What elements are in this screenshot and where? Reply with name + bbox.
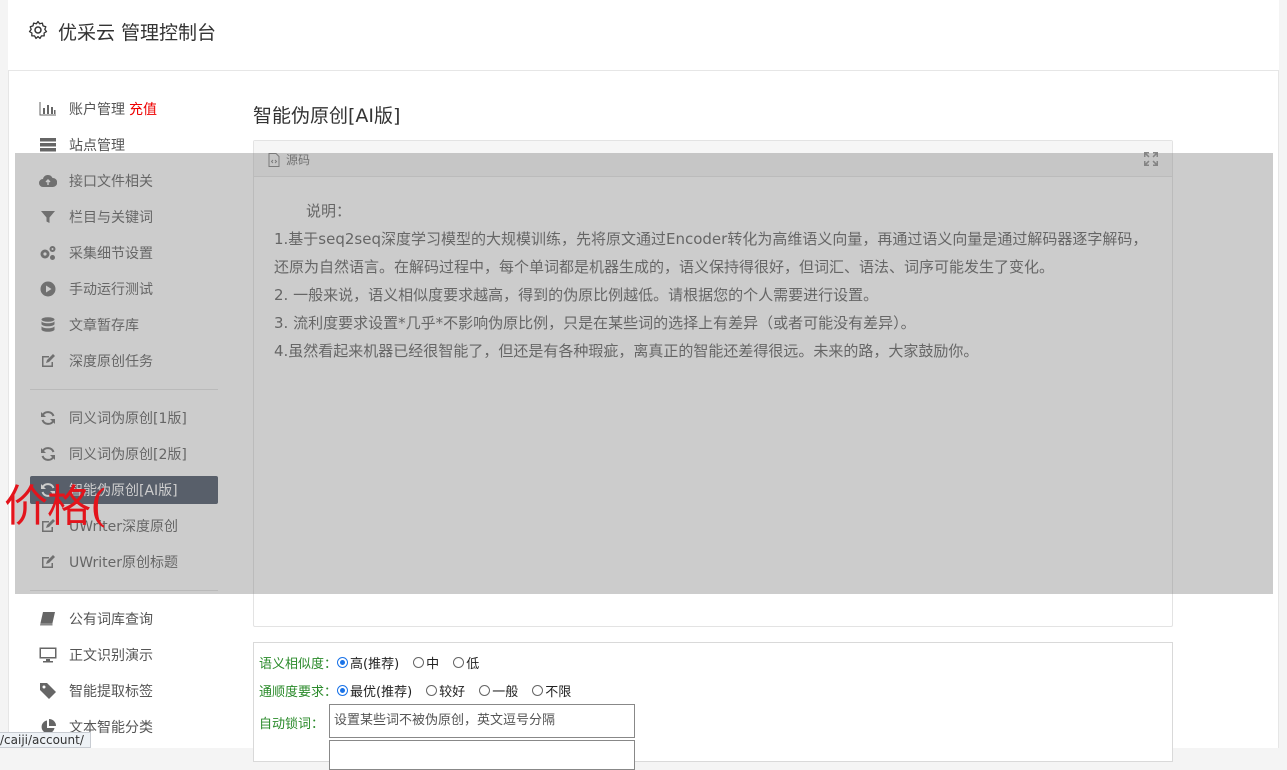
similarity-medium-radio[interactable]: 中 [413, 653, 439, 672]
secondary-input[interactable] [329, 740, 635, 770]
lock-words-input[interactable]: 设置某些词不被伪原创，英文逗号分隔 [329, 704, 635, 738]
gear-icon [28, 20, 48, 40]
book-icon [39, 610, 57, 628]
lock-words-row: 自动锁词： [259, 713, 324, 732]
page-title: 智能伪原创[AI版] [253, 105, 401, 127]
similarity-low-radio[interactable]: 低 [453, 653, 479, 672]
radio-unchecked[interactable] [479, 685, 491, 696]
bar-chart-icon [39, 100, 57, 118]
lock-words-label: 自动锁词： [259, 717, 325, 732]
status-url-bar: /caiji/account/ [0, 732, 91, 748]
sidebar-item-body-recognition[interactable]: 正文识别演示 [30, 641, 218, 669]
radio-checked[interactable] [337, 685, 349, 696]
similarity-label: 语义相似度： [259, 657, 338, 672]
fluency-label: 通顺度要求： [259, 685, 338, 700]
app-title: 优采云 管理控制台 [58, 22, 217, 44]
fluency-any-radio[interactable]: 不限 [532, 681, 571, 700]
similarity-row: 语义相似度： 高(推荐) 中 低 [259, 653, 493, 672]
sidebar-item-label: 公有词库查询 [69, 612, 153, 628]
radio-label: 低 [466, 657, 480, 672]
sidebar-item-label: 正文识别演示 [69, 648, 153, 664]
overlay-price-text: 价格( [4, 481, 107, 532]
radio-unchecked[interactable] [413, 657, 425, 668]
server-icon [39, 136, 57, 154]
radio-unchecked[interactable] [453, 657, 465, 668]
similarity-high-radio[interactable]: 高(推荐) [337, 653, 399, 672]
header-bar: 优采云 管理控制台 [8, 0, 1279, 71]
tag-icon [39, 682, 57, 700]
radio-label: 最优(推荐) [350, 685, 413, 700]
recharge-link[interactable]: 充值 [129, 99, 157, 119]
radio-label: 较好 [439, 685, 466, 700]
fluency-good-radio[interactable]: 较好 [426, 681, 465, 700]
monitor-icon [39, 646, 57, 664]
radio-label: 不限 [545, 685, 572, 700]
radio-checked[interactable] [337, 657, 349, 668]
radio-unchecked[interactable] [532, 685, 544, 696]
radio-unchecked[interactable] [426, 685, 438, 696]
gray-overlay [15, 153, 1273, 594]
fluency-best-radio[interactable]: 最优(推荐) [337, 681, 412, 700]
sidebar-item-label: 账户管理 [69, 102, 125, 118]
fluency-row: 通顺度要求： 最优(推荐) 较好 一般 不限 [259, 681, 585, 700]
fluency-normal-radio[interactable]: 一般 [479, 681, 518, 700]
radio-label: 中 [426, 657, 440, 672]
sidebar-item-label: 智能提取标签 [69, 684, 153, 700]
options-panel: 语义相似度： 高(推荐) 中 低 通顺度要求： 最优(推荐) 较好 一般 不限 … [253, 642, 1173, 770]
radio-label: 高(推荐) [350, 657, 400, 672]
sidebar-item-public-dict[interactable]: 公有词库查询 [30, 605, 218, 633]
sidebar-item-account[interactable]: 账户管理 充值 [30, 95, 218, 123]
sidebar-item-smart-tags[interactable]: 智能提取标签 [30, 677, 218, 705]
sidebar-item-label: 站点管理 [69, 138, 125, 154]
radio-label: 一般 [492, 685, 519, 700]
